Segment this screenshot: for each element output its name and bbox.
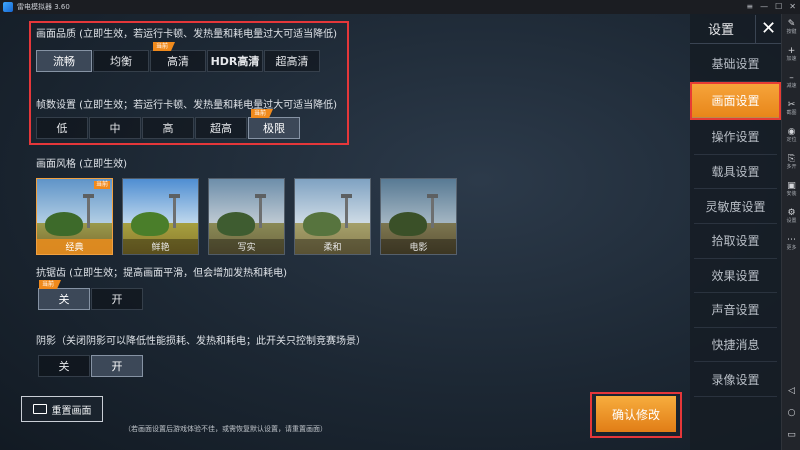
style-label: 电影 [381, 239, 456, 254]
back-icon: ◁ [788, 386, 795, 396]
style-label: 柔和 [295, 239, 370, 254]
window-title: 雷电模拟器 3.60 [17, 3, 70, 11]
more-icon: ⋯ [787, 235, 796, 245]
highlight-box [29, 21, 349, 145]
sidebar-item-recording[interactable]: 录像设置 [694, 362, 777, 397]
style-option-vivid[interactable]: 鲜艳 [122, 178, 199, 255]
toolbar-label: 安装 [786, 191, 797, 197]
reset-graphics-label: 重置画面 [51, 405, 92, 417]
toolbar-keymap-button[interactable]: ✎ 按键 [782, 14, 800, 41]
toolbar-label: 定位 [786, 137, 797, 143]
multi-instance-icon: ⎘ [787, 154, 796, 164]
antialias-off-label: 关 [58, 293, 70, 306]
antialias-title: 抗锯齿 (立即生效；提高画面平滑，但会增加发热和耗电) [36, 268, 287, 279]
sidebar-item-sound[interactable]: 声音设置 [694, 293, 777, 328]
install-icon: ▣ [787, 181, 796, 191]
location-icon: ◉ [787, 127, 796, 137]
sidebar-item-vehicle[interactable]: 载具设置 [694, 155, 777, 190]
style-label: 写实 [209, 239, 284, 254]
sidebar-menu: 基础设置 画面设置 操作设置 载具设置 灵敏度设置 拾取设置 效果设置 声音设置 快捷消息 录像设… [690, 44, 781, 397]
sidebar-item-quick-message[interactable]: 快捷消息 [694, 328, 777, 363]
current-tag: 当前 [93, 181, 110, 189]
style-option-realistic[interactable]: 写实 [208, 178, 285, 255]
recent-apps-icon: ▭ [787, 430, 796, 440]
sidebar-item-graphics[interactable]: 画面设置 [692, 83, 779, 119]
sidebar-item-basic[interactable]: 基础设置 [694, 47, 777, 82]
toolbar-label: 截图 [786, 110, 797, 116]
style-title: 画面风格 (立即生效) [36, 159, 127, 170]
reset-icon [32, 404, 47, 414]
style-label: 经典 [37, 239, 112, 254]
emulator-nav-buttons: ◁ ○ ▭ [782, 380, 800, 446]
sidebar-item-controls[interactable]: 操作设置 [694, 120, 777, 155]
current-tag: 当前 [39, 280, 62, 289]
recent-apps-button[interactable]: ▭ [782, 424, 800, 446]
sidebar-title: 设置 [708, 23, 735, 38]
shadow-on-option[interactable]: 开 [91, 355, 143, 377]
toolbar-slow-down-button[interactable]: – 减速 [782, 68, 800, 95]
toolbar-screenshot-button[interactable]: ✂ 截图 [782, 95, 800, 122]
emulator-window: 雷电模拟器 3.60 ≡ — ☐ ✕ 画面品质 (立即生效，若运行卡顿、发热量和… [0, 0, 800, 450]
maximize-icon[interactable]: ☐ [775, 1, 782, 13]
emulator-toolbar-items: ✎ 按键 + 加速 – 减速 ✂ 截图 ◉ 定位 ⎘ 多开 ▣ 安装 ⚙ 设置 ⋯ 更多 [782, 14, 800, 257]
graphics-settings-panel: 画面品质 (立即生效，若运行卡顿、发热量和耗电量过大可适当降低) 流畅 均衡 当… [0, 14, 690, 450]
toolbar-install-button[interactable]: ▣ 安装 [782, 176, 800, 203]
style-option-cinematic[interactable]: 电影 [380, 178, 457, 255]
app-logo-icon [3, 2, 13, 12]
slow-down-icon: – [789, 73, 794, 83]
home-icon: ○ [787, 408, 796, 418]
reset-hint: （若画面设置后游戏体验不佳，或需恢复默认设置，请重置画面） [124, 425, 327, 433]
style-label: 鲜艳 [123, 239, 198, 254]
settings-icon: ⚙ [787, 208, 796, 218]
confirm-changes-button[interactable]: 确认修改 [596, 396, 676, 432]
speed-up-icon: + [787, 46, 796, 56]
shadow-title: 阴影（关闭阴影可以降低性能损耗、发热和耗电；此开关只控制竞赛场景） [36, 336, 366, 347]
menu-icon[interactable]: ≡ [746, 1, 753, 13]
toolbar-speed-up-button[interactable]: + 加速 [782, 41, 800, 68]
toolbar-label: 减速 [786, 83, 797, 89]
sidebar-header: 设置 ✕ [690, 14, 781, 44]
toolbar-label: 设置 [786, 218, 797, 224]
back-button[interactable]: ◁ [782, 380, 800, 402]
sidebar-item-pickup[interactable]: 拾取设置 [694, 224, 777, 259]
home-button[interactable]: ○ [782, 402, 800, 424]
sidebar-item-sensitivity[interactable]: 灵敏度设置 [694, 189, 777, 224]
antialias-off-option[interactable]: 当前 关 [38, 280, 90, 310]
toolbar-settings-button[interactable]: ⚙ 设置 [782, 203, 800, 230]
style-option-soft[interactable]: 柔和 [294, 178, 371, 255]
sidebar-item-effects[interactable]: 效果设置 [694, 259, 777, 294]
emulator-toolbar: ✎ 按键 + 加速 – 减速 ✂ 截图 ◉ 定位 ⎘ 多开 ▣ 安装 ⚙ 设置 ⋯ 更多 ◁ ○ ▭ [781, 14, 800, 450]
toolbar-label: 按键 [786, 29, 797, 35]
style-option-classic[interactable]: 当前 经典 [36, 178, 113, 255]
minimize-icon[interactable]: — [760, 1, 768, 13]
toolbar-label: 多开 [786, 164, 797, 170]
shadow-off-option[interactable]: 关 [38, 355, 90, 377]
close-window-icon[interactable]: ✕ [789, 1, 796, 13]
toolbar-label: 加速 [786, 56, 797, 62]
antialias-on-option[interactable]: 开 [91, 288, 143, 310]
shadow-options: 关 开 [38, 355, 144, 377]
toolbar-label: 更多 [786, 245, 797, 251]
antialias-options: 当前 关 开 [38, 280, 144, 310]
toolbar-location-button[interactable]: ◉ 定位 [782, 122, 800, 149]
toolbar-more-button[interactable]: ⋯ 更多 [782, 230, 800, 257]
window-controls: ≡ — ☐ ✕ [746, 1, 796, 13]
reset-graphics-button[interactable]: 重置画面 [21, 396, 103, 422]
keymap-icon: ✎ [787, 19, 796, 29]
settings-sidebar: 设置 ✕ 基础设置 画面设置 操作设置 载具设置 灵敏度设置 拾取设置 效果设置 声音设置 快捷… [690, 14, 781, 450]
toolbar-multi-instance-button[interactable]: ⎘ 多开 [782, 149, 800, 176]
emulator-titlebar: 雷电模拟器 3.60 ≡ — ☐ ✕ [0, 0, 800, 14]
close-settings-icon[interactable]: ✕ [755, 14, 781, 43]
style-thumbnails: 当前 经典 鲜艳 写实 柔和 电影 [36, 178, 457, 255]
screenshot-icon: ✂ [787, 100, 796, 110]
